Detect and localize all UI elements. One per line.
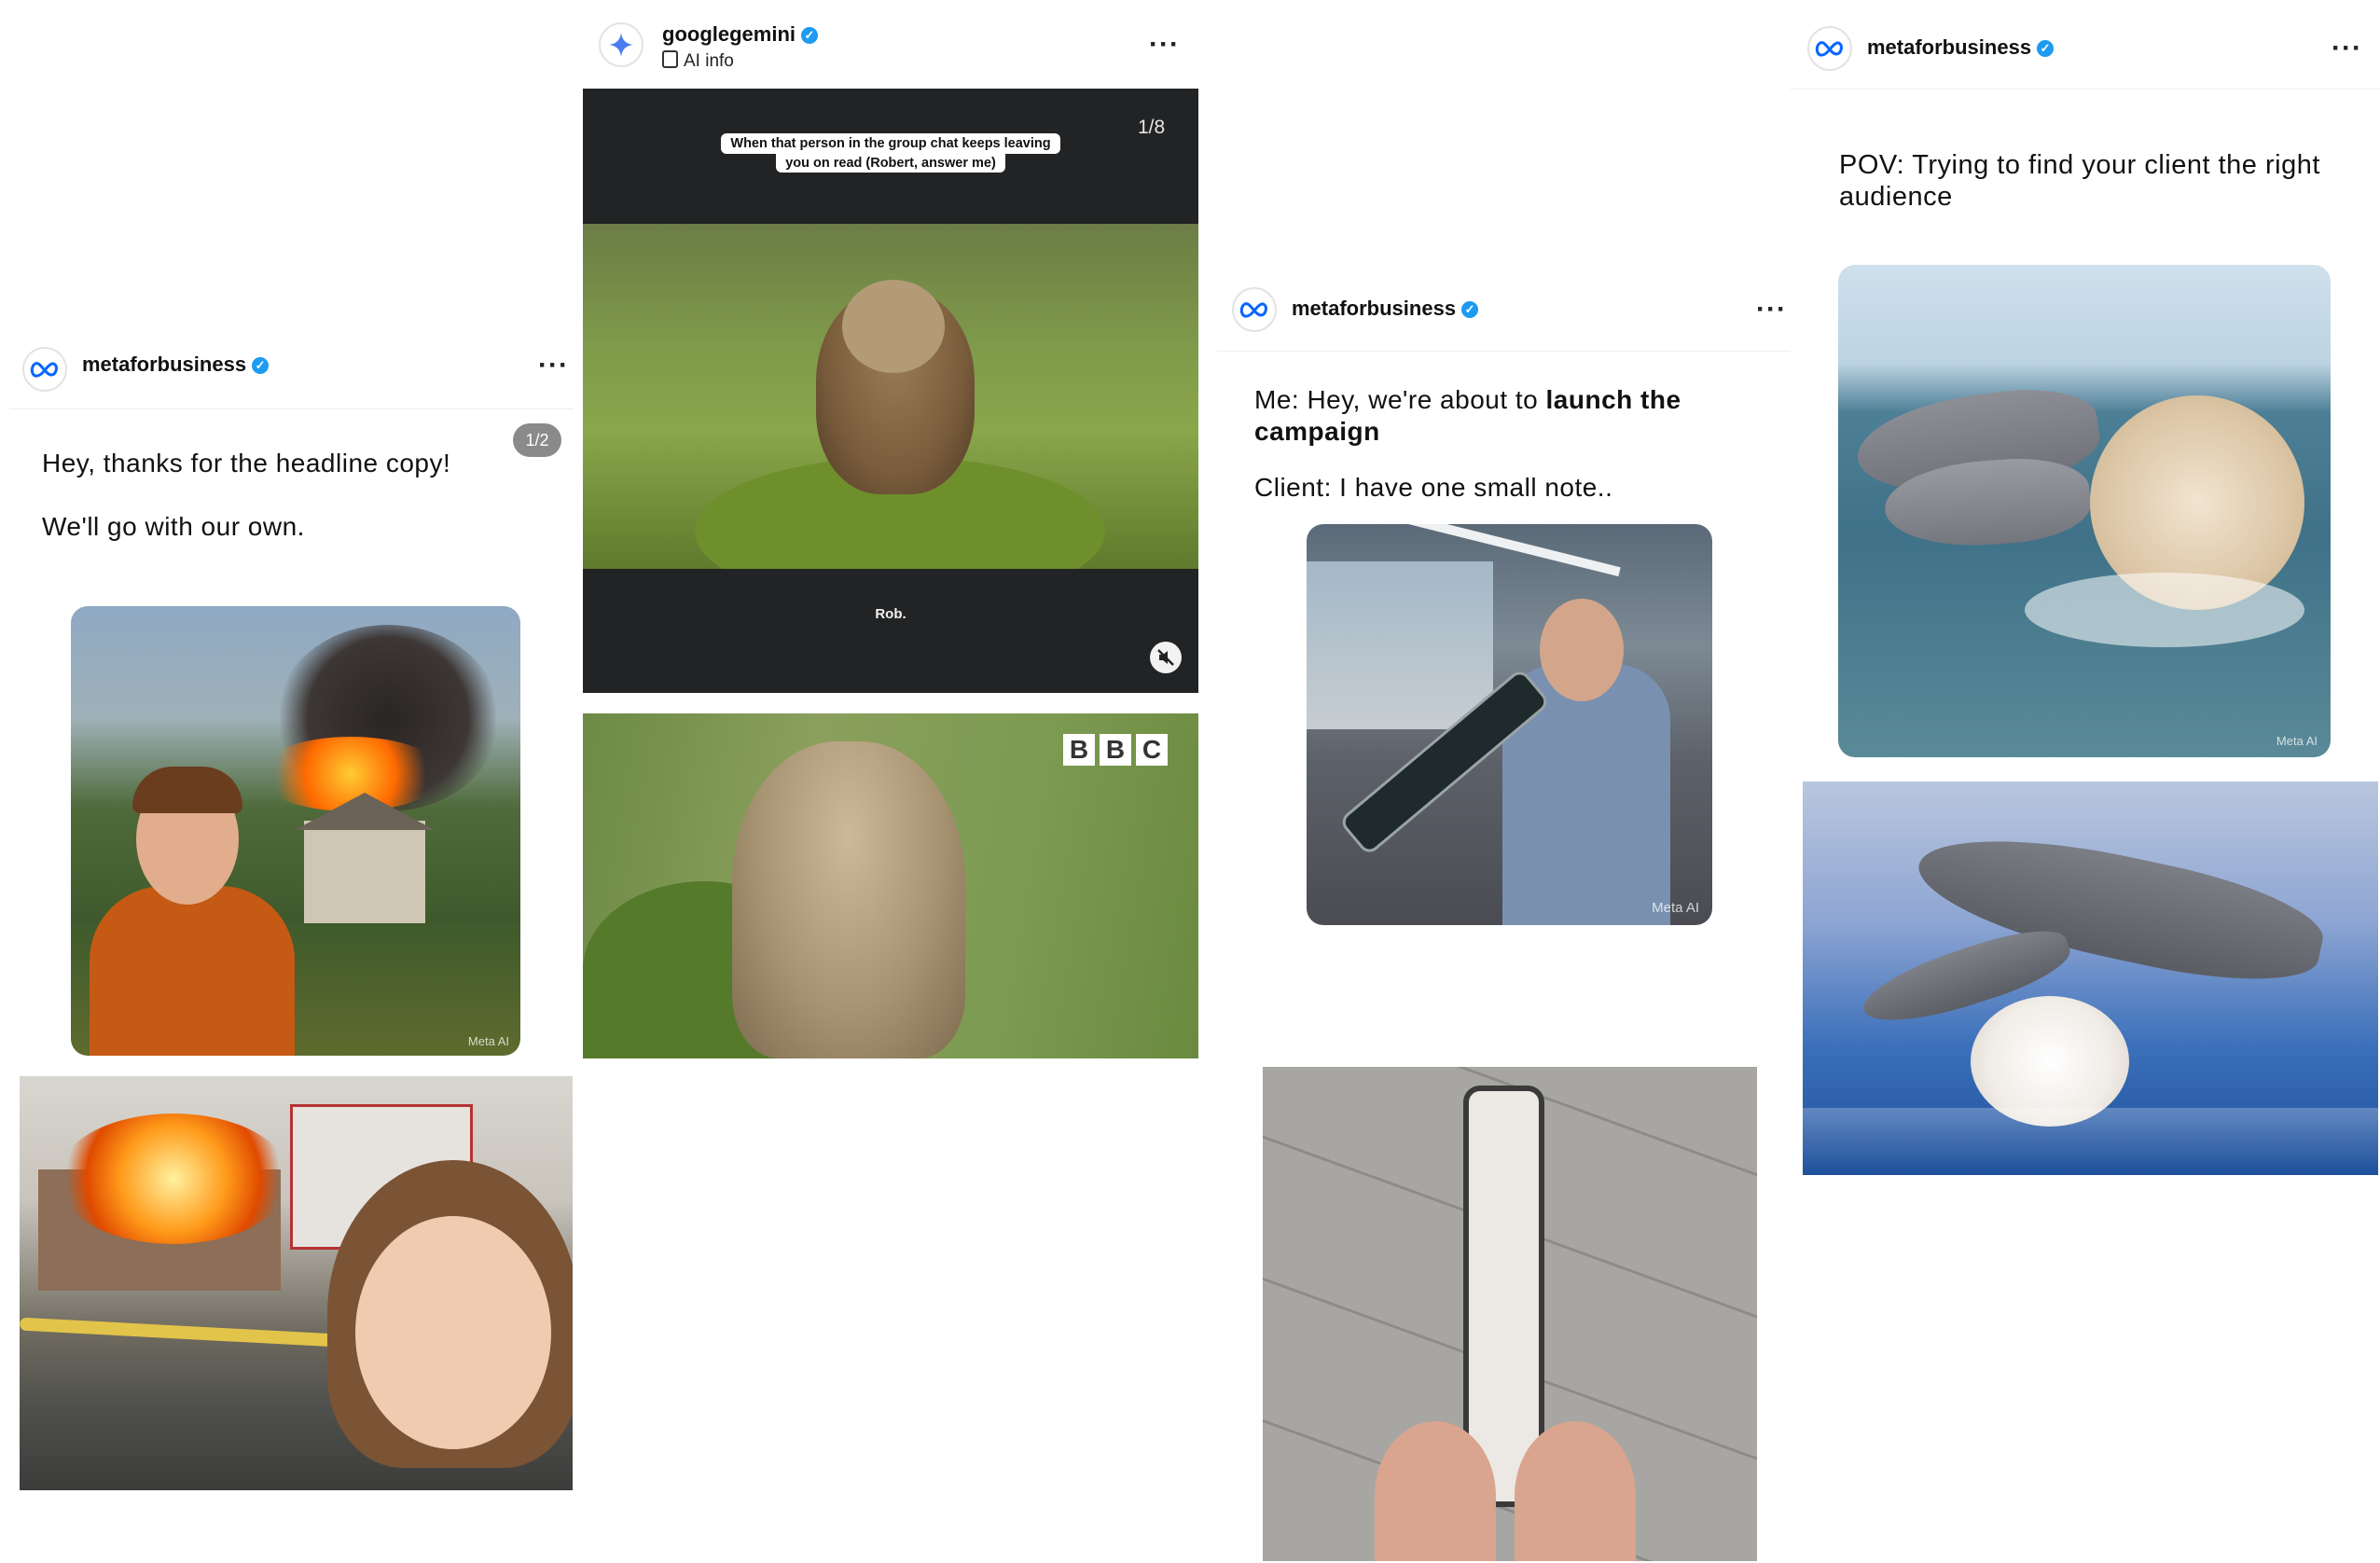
ai-info-icon [662, 50, 678, 68]
right-hand [1515, 1421, 1636, 1561]
water-splash [2025, 573, 2304, 647]
meta-avatar[interactable] [1807, 26, 1852, 71]
white-dog [1971, 996, 2129, 1127]
house [304, 821, 425, 923]
bbc-letter: B [1100, 734, 1131, 766]
house-roof [295, 793, 435, 830]
more-options-icon[interactable]: ··· [2332, 35, 2362, 62]
caption-box: When that person in the group chat keeps… [716, 133, 1065, 173]
ai-info-label[interactable]: AI info [662, 50, 734, 72]
mute-icon[interactable] [1150, 642, 1182, 673]
username-text[interactable]: googlegemini [662, 22, 796, 46]
splash [1803, 1108, 2378, 1175]
username[interactable]: googlegemini ✓ [662, 22, 818, 47]
carousel-counter: 1/8 [1138, 117, 1166, 138]
post-header: metaforbusiness ✓ ··· [9, 334, 574, 409]
post-card-headline-copy: metaforbusiness ✓ ··· 1/2 Hey, thanks for… [9, 334, 574, 1492]
man-head [1540, 599, 1624, 701]
post-header: metaforbusiness ✓ ··· [1791, 0, 2380, 90]
hiker-hair [132, 767, 242, 813]
verified-icon: ✓ [252, 357, 270, 375]
watermark: Meta AI [1652, 900, 1699, 916]
groundhog-face [842, 280, 945, 373]
meta-logo-icon [1239, 302, 1267, 318]
meta-logo-icon [30, 362, 58, 378]
video-panel[interactable]: 1/8 When that person in the group chat k… [583, 89, 1198, 693]
meta-avatar[interactable] [1232, 287, 1277, 332]
left-hand [1375, 1421, 1496, 1561]
watermark: Meta AI [2276, 734, 2318, 748]
caption-line-1: When that person in the group chat keeps… [721, 133, 1060, 154]
post-text-line1: Hey, thanks for the headline copy! [42, 449, 451, 477]
post-header: metaforbusiness ✓ ··· [1217, 272, 1791, 352]
gemini-avatar[interactable] [599, 22, 643, 67]
video-subtitle: Rob. [875, 606, 906, 622]
username-text[interactable]: metaforbusiness [1867, 35, 2031, 59]
post-text: POV: Trying to find your client the righ… [1839, 150, 2320, 212]
groundhog-standing [732, 741, 965, 1058]
bbc-groundhog-image[interactable]: B B C [583, 713, 1198, 1058]
username[interactable]: metaforbusiness ✓ [1867, 35, 2055, 60]
post-text-line2: We'll go with our own. [42, 512, 305, 541]
username[interactable]: metaforbusiness ✓ [82, 353, 270, 377]
ai-image-long-phone-office[interactable]: Meta AI [1307, 524, 1712, 925]
username[interactable]: metaforbusiness ✓ [1292, 297, 1479, 321]
post-card-launch-campaign: metaforbusiness ✓ ··· Me: Hey, we're abou… [1217, 272, 1791, 1563]
groundhog-video-frame [583, 224, 1198, 569]
flames [57, 1113, 290, 1244]
ai-image-hiker-fire[interactable]: Meta AI [71, 606, 520, 1056]
long-phone-pavement-image[interactable] [1263, 1067, 1757, 1561]
more-options-icon[interactable]: ··· [538, 352, 569, 380]
verified-icon: ✓ [801, 27, 818, 45]
hiker-body [90, 886, 295, 1056]
ai-image-dolphins-dog[interactable]: Meta AI [1838, 265, 2331, 757]
post-text-line1: Me: Hey, we're about to launch the campa… [1254, 384, 1758, 448]
caption-line-2: you on read (Robert, answer me) [776, 154, 1005, 173]
post-card-groundhog: googlegemini ✓ AI info ··· 1/8 When that … [583, 0, 1198, 1063]
carousel-counter: 1/2 [513, 423, 561, 457]
meta-logo-icon [1815, 41, 1843, 57]
username-text[interactable]: metaforbusiness [82, 353, 246, 376]
meme-image-disaster-girl[interactable] [20, 1076, 573, 1490]
fire-hose [20, 1317, 356, 1349]
verified-icon: ✓ [2037, 40, 2055, 58]
bbc-letter: C [1136, 734, 1168, 766]
meta-avatar[interactable] [22, 347, 67, 392]
girl-face [355, 1216, 551, 1449]
more-options-icon[interactable]: ··· [1756, 296, 1787, 324]
post-text-prefix: Me: Hey, we're about to [1254, 385, 1546, 414]
ai-info-text: AI info [684, 51, 734, 71]
bbc-logo: B B C [1063, 734, 1168, 766]
meme-image-dolphins-dog[interactable] [1803, 782, 2378, 1175]
gemini-sparkle-icon [609, 33, 633, 57]
post-card-right-audience: metaforbusiness ✓ ··· POV: Trying to find… [1791, 0, 2380, 1184]
verified-icon: ✓ [1461, 301, 1479, 319]
watermark: Meta AI [467, 1034, 509, 1048]
username-text[interactable]: metaforbusiness [1292, 297, 1456, 320]
office-window [1307, 561, 1493, 729]
more-options-icon[interactable]: ··· [1149, 31, 1180, 59]
bbc-letter: B [1063, 734, 1095, 766]
post-text-line2: Client: I have one small note.. [1254, 473, 1613, 502]
